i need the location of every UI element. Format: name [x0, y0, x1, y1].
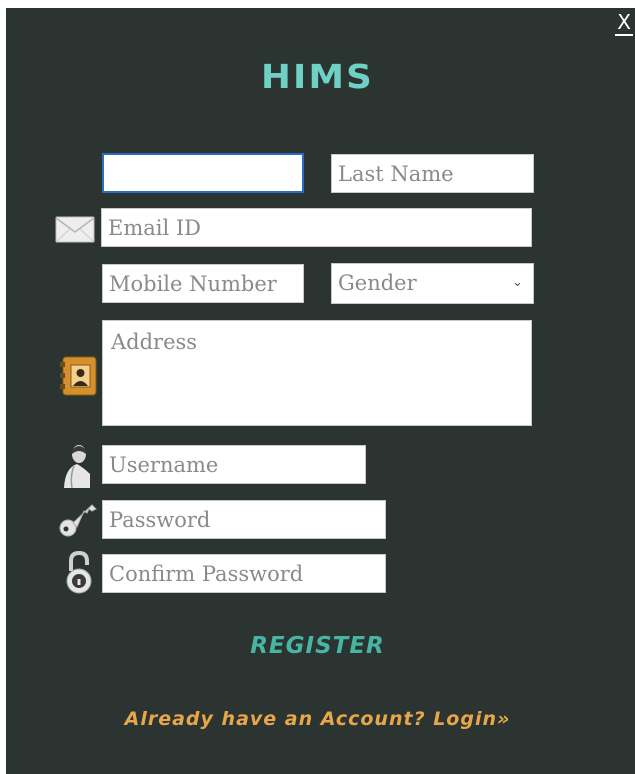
address-textarea[interactable] — [102, 320, 532, 426]
envelope-icon — [55, 216, 95, 243]
email-input[interactable] — [101, 208, 532, 247]
close-button[interactable]: X — [615, 10, 633, 36]
password-input[interactable] — [102, 500, 386, 539]
first-name-input[interactable] — [102, 153, 304, 193]
gender-select[interactable]: Gender — [331, 263, 534, 304]
username-input[interactable] — [102, 445, 366, 484]
padlock-icon — [66, 551, 92, 594]
user-icon — [64, 445, 90, 488]
gender-selected-value: Gender — [338, 271, 417, 295]
last-name-input[interactable] — [331, 154, 534, 193]
mobile-number-input[interactable] — [102, 264, 304, 303]
confirm-password-input[interactable] — [102, 554, 386, 593]
login-link[interactable]: Already have an Account? Login» — [0, 708, 635, 730]
address-book-icon — [60, 356, 97, 396]
key-icon — [59, 504, 97, 537]
register-button[interactable]: REGISTER — [0, 633, 635, 659]
app-logo: HIMS — [261, 57, 374, 96]
